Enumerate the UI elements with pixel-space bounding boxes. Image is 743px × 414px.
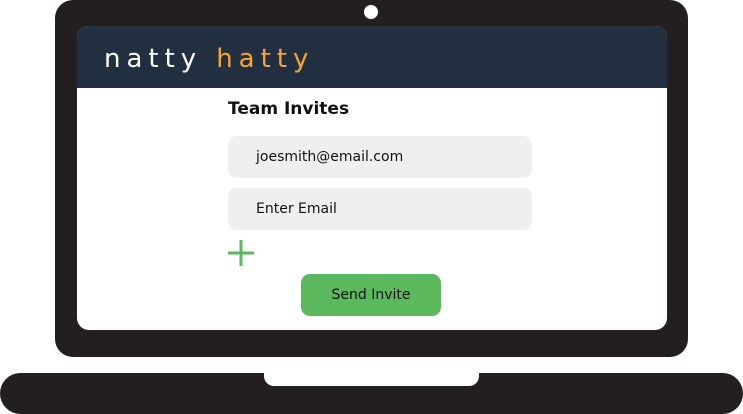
logo: natty hatty (104, 42, 314, 76)
logo-text-primary: natty (104, 44, 203, 74)
send-invite-button[interactable]: Send Invite (301, 274, 441, 316)
plus-icon[interactable] (228, 240, 254, 266)
page-title: Team Invites (228, 99, 350, 119)
laptop-screen: natty hatty Team Invites joesmith@email.c… (77, 26, 667, 330)
email-field-value: joesmith@email.com (256, 149, 404, 165)
email-field-empty[interactable]: Enter Email (228, 188, 532, 230)
logo-text-accent: hatty (216, 44, 315, 74)
email-field-filled[interactable]: joesmith@email.com (228, 136, 532, 178)
laptop-notch (264, 373, 479, 386)
camera-icon (364, 5, 378, 19)
email-field-placeholder: Enter Email (256, 201, 337, 217)
app-header: natty hatty (77, 26, 667, 88)
